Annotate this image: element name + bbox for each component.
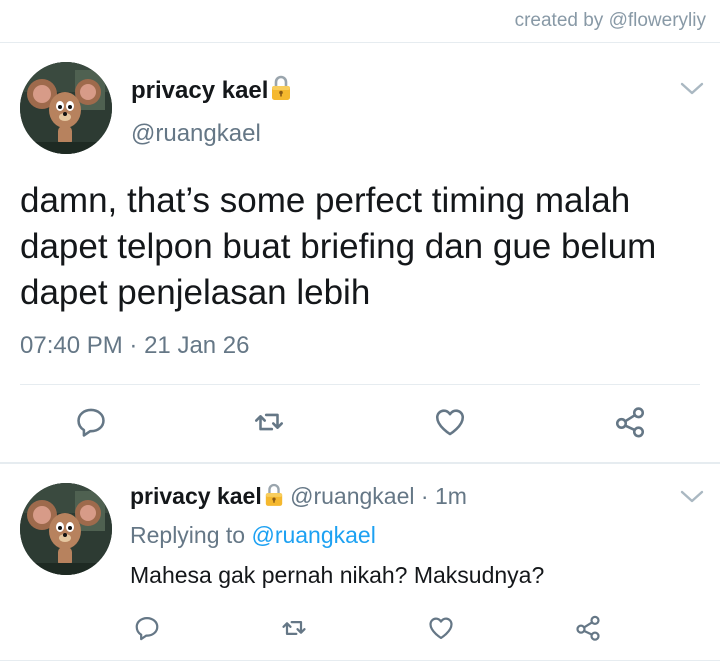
reply-icon[interactable]: [74, 405, 108, 439]
reply-icon[interactable]: [133, 614, 161, 642]
tweet-timestamp[interactable]: 07:40 PM · 21 Jan 26: [20, 332, 250, 360]
avatar[interactable]: [20, 62, 112, 154]
chevron-down-icon[interactable]: [679, 80, 705, 98]
meta-separator: ·: [129, 332, 138, 359]
reply-text: Mahesa gak pernah nikah? Maksudnya?: [130, 562, 545, 588]
lock-icon: [270, 75, 292, 101]
lock-icon: [264, 483, 284, 507]
avatar-image: [20, 483, 112, 575]
tweet-time: 07:40 PM: [20, 332, 123, 359]
handle[interactable]: @ruangkael: [131, 120, 261, 148]
reply-display-name: privacy kael: [130, 483, 262, 509]
heart-icon[interactable]: [427, 614, 455, 642]
tweet-date: 21 Jan 26: [144, 332, 250, 359]
meta-divider: [20, 384, 700, 385]
reply-age: 1m: [434, 483, 467, 509]
tweet-divider: [0, 462, 720, 464]
display-name[interactable]: privacy kael: [131, 75, 292, 105]
retweet-icon[interactable]: [252, 405, 286, 439]
reply-handle: @ruangkael: [290, 483, 415, 509]
reply-header[interactable]: privacy kael @ruangkael · 1m: [130, 483, 467, 510]
heart-icon[interactable]: [433, 405, 467, 439]
replying-prefix: Replying to: [130, 522, 246, 548]
replying-to-link[interactable]: @ruangkael: [251, 522, 375, 548]
share-icon[interactable]: [574, 614, 602, 642]
avatar-image: [20, 62, 112, 154]
chevron-down-icon[interactable]: [679, 488, 705, 506]
reply-separator: ·: [420, 483, 429, 509]
replying-to: Replying to @ruangkael: [130, 522, 376, 549]
share-icon[interactable]: [613, 405, 647, 439]
credit-text: created by @floweryliy: [514, 10, 706, 31]
tweet-text: damn, that’s some perfect timing malah d…: [20, 181, 657, 312]
reply-avatar[interactable]: [20, 483, 112, 575]
retweet-icon[interactable]: [280, 614, 308, 642]
header-divider: [0, 42, 720, 43]
display-name-text: privacy kael: [131, 77, 269, 104]
bottom-divider: [0, 660, 720, 661]
